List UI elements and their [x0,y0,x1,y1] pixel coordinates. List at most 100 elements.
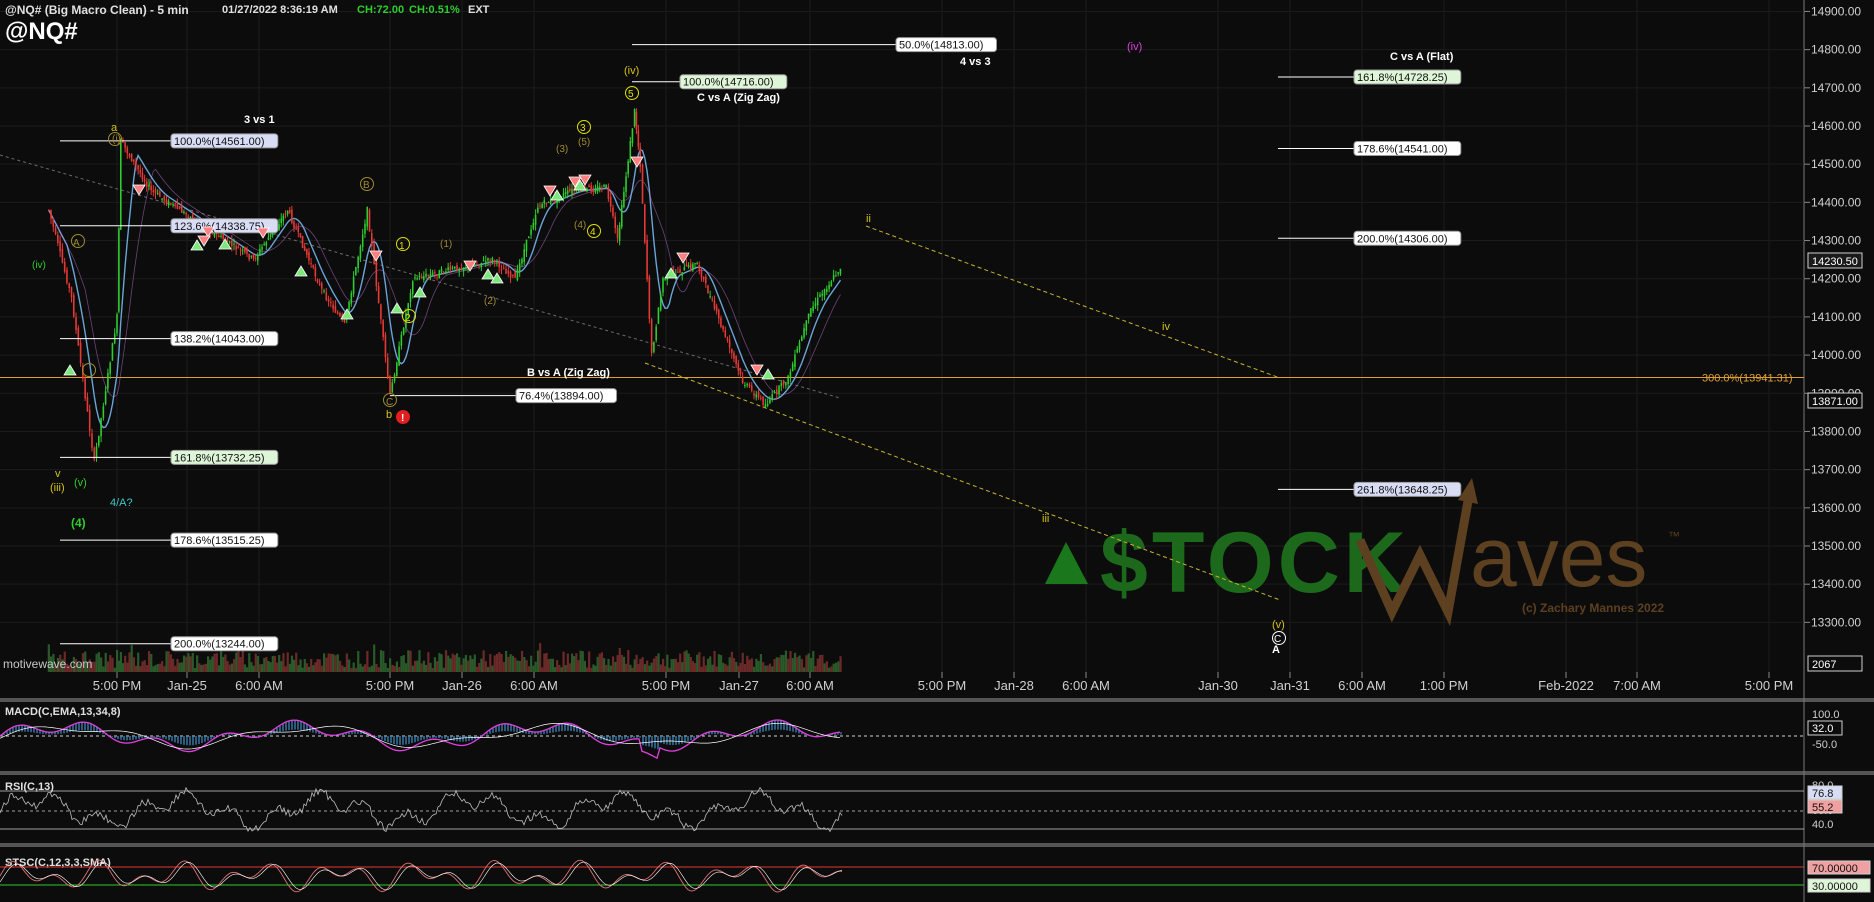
candle-body [47,209,50,211]
volume-bar [566,653,569,672]
volume-bar [581,651,584,672]
candle-body [235,245,237,250]
candle-body [288,210,291,213]
rsi-value-tag: 76.8 [1807,785,1843,800]
volume-bar [299,659,302,672]
price-axis-tick: 13300.00 [1811,615,1861,629]
candle-body [429,273,432,278]
candle-body [702,277,705,280]
volume-bar [625,663,628,672]
candle-body [427,274,430,276]
volume-bar [141,661,144,672]
stsc-value-tag: 30.00000 [1807,878,1871,893]
volume-bar [95,653,98,672]
volume-bar [635,654,638,672]
volume-bar [685,650,688,672]
volume-bar [681,662,684,672]
volume-bar [668,667,671,672]
volume-bar [375,663,378,672]
candle-body [384,334,387,358]
svg-text:123.6%(14338.75): 123.6%(14338.75) [174,221,265,233]
volume-bar [571,653,574,672]
svg-text:32.0: 32.0 [1812,723,1833,735]
candle-body [525,239,528,252]
candle-body [683,267,686,271]
candle-body [391,382,394,393]
candle-body [775,389,778,394]
candle-body [694,263,696,265]
volume-bar [719,655,723,672]
volume-bar [389,658,392,672]
candle-body [159,191,161,197]
volume-bar [350,667,353,672]
volume-bar [269,662,272,672]
volume-bar [370,665,373,672]
volume-bar [124,655,127,672]
candle-body [746,384,748,386]
volume-bar [590,667,593,672]
volume-bar [352,662,355,672]
candle-body [451,267,454,269]
svg-text:70.00000: 70.00000 [1812,863,1858,875]
volume-bar [837,661,840,672]
svg-text:76.8: 76.8 [1812,788,1833,800]
candle-body [662,278,664,293]
volume-bar [711,664,714,672]
volume-bar [320,665,323,672]
candle-body [733,352,735,359]
candle-body [493,260,496,263]
candle-body [609,196,612,207]
wave-label: A [1272,644,1280,656]
candle-body [635,111,638,130]
volume-bar [475,666,479,672]
volume-bar [757,660,760,672]
candle-body [478,265,480,267]
candle-body [726,338,729,341]
volume-bar [239,657,242,672]
volume-bar [233,658,236,672]
volume-bar [746,655,749,672]
candle-body [371,233,373,246]
candle-body [543,200,546,204]
candle-body [178,208,181,210]
candle-body [183,211,185,214]
candle-body [306,249,308,255]
candle-body [810,308,812,317]
volume-bar [297,665,300,672]
time-axis-tick: Jan-25 [167,678,207,693]
volume-bar [687,653,690,672]
time-axis-tick: Jan-31 [1270,678,1310,693]
logo-tm: ™ [1668,529,1680,543]
candle-body [722,325,724,330]
volume-bar [104,652,107,672]
volume-bar [332,654,335,672]
volume-bar [805,655,808,672]
candle-body [449,265,452,270]
volume-bar [182,655,186,672]
volume-bar [407,650,410,672]
candle-body [480,262,483,268]
candle-body [170,203,172,205]
candle-body [826,288,828,292]
volume-bar [691,661,695,672]
candle-body [507,270,510,274]
volume-bar [169,654,173,672]
candle-body [231,240,233,247]
candle-body [516,268,519,281]
volume-bar [458,657,461,672]
volume-bar [252,665,255,672]
volume-bar [341,665,344,672]
candle-body [145,181,148,187]
candle-body [174,203,176,205]
candle-body [75,317,77,331]
candle-body [509,271,512,278]
candle-body [839,268,842,275]
candle-body [527,236,530,239]
alert-icon-glyph: ! [401,413,404,424]
candle-body [128,154,131,157]
volume-bar [467,660,470,672]
chart-canvas[interactable]: 14900.00 14800.00 14700.00 14600.00 14500.00… [0,0,1874,902]
candle-body [657,307,660,324]
time-axis-tick: 5:00 PM [1745,678,1793,693]
volume-bar [693,663,697,672]
